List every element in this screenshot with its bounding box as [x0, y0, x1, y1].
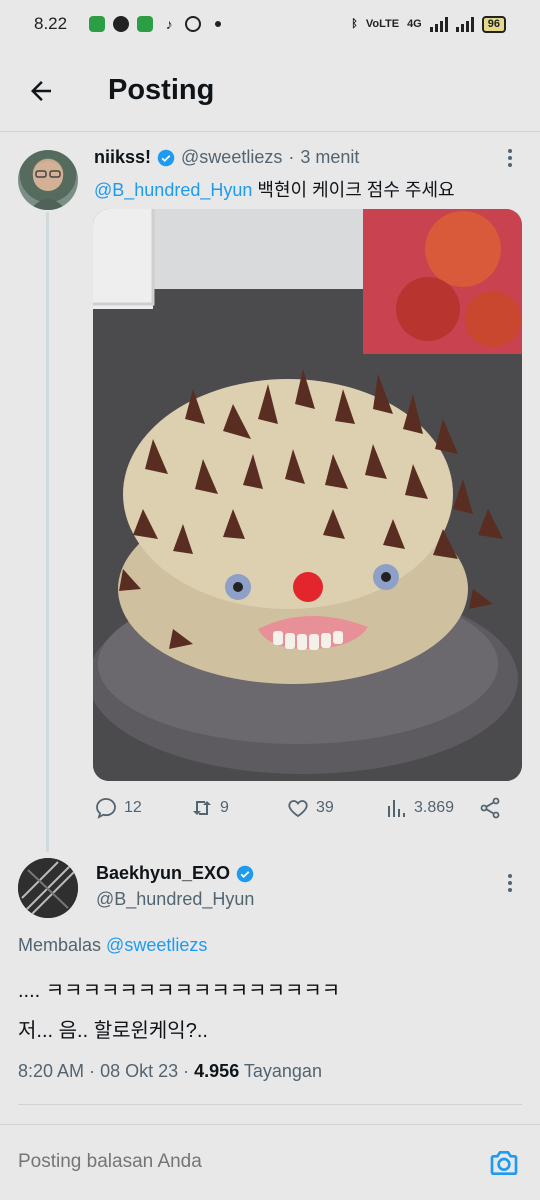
post-time[interactable]: 3 menit [300, 147, 359, 168]
back-arrow-icon[interactable] [26, 76, 56, 106]
separator-dot: · [288, 147, 295, 167]
reply-avatar-photo [18, 858, 78, 918]
heart-icon [288, 800, 308, 818]
reply-author-row: Baekhyun_EXO [96, 863, 254, 884]
network-label: 4G [407, 18, 422, 30]
signal-icon [429, 16, 448, 32]
views-button[interactable]: 3.869 [384, 796, 454, 820]
avatar[interactable] [18, 150, 78, 210]
meta-separator: · [183, 1061, 190, 1081]
author-handle[interactable]: @sweetliezs [181, 147, 282, 168]
status-right: ᛒ VoLTE 4G 96 [351, 15, 506, 33]
reply-text-line-1: .... ㅋㅋㅋㅋㅋㅋㅋㅋㅋㅋㅋㅋㅋㅋㅋㅋ [18, 980, 341, 1002]
bluetooth-icon: ᛒ [351, 18, 358, 30]
more-options-icon[interactable] [500, 148, 520, 168]
reply-avatar[interactable] [18, 858, 78, 918]
replying-prefix: Membalas [18, 935, 102, 955]
camera-icon[interactable] [488, 1147, 520, 1179]
share-icon [480, 797, 500, 819]
mention-link[interactable]: @B_hundred_Hyun [94, 180, 252, 200]
top-app-bar: Posting [0, 48, 540, 132]
reply-time: 8:20 AM [18, 1061, 85, 1081]
views-count: 3.869 [414, 799, 455, 816]
status-bar: 8.22 ♪ ᛒ VoLTE 4G 96 [0, 0, 540, 48]
reply-views-label[interactable]: Tayangan [244, 1061, 322, 1081]
tweet-body: 백현이 케이크 점수 주세요 [257, 180, 455, 200]
reply-count: 12 [124, 799, 142, 816]
app-notification-icon [89, 16, 106, 32]
reply-views-count: 4.956 [194, 1061, 240, 1081]
reply-meta: 8:20 AM · 08 Okt 23 · 4.956 Tayangan [18, 1061, 322, 1082]
tweet-media-image[interactable] [93, 209, 522, 781]
reply-icon [96, 798, 116, 819]
repost-count: 9 [220, 799, 229, 816]
reply-author-handle[interactable]: @B_hundred_Hyun [96, 889, 254, 910]
battery-icon: 96 [481, 15, 506, 33]
more-options-icon[interactable] [500, 873, 520, 893]
pinterest-icon [113, 16, 130, 32]
page-title: Posting [108, 74, 215, 106]
meta-separator: · [89, 1061, 96, 1081]
whatsapp-icon [185, 16, 202, 32]
reply-button[interactable]: 12 [94, 796, 142, 820]
more-notifications-dot [215, 21, 222, 27]
reply-input[interactable] [18, 1151, 458, 1173]
tiktok-icon: ♪ [165, 16, 173, 32]
verified-badge-icon [157, 149, 175, 166]
tweet-text: @B_hundred_Hyun 백현이 케이크 점수 주세요 [94, 176, 455, 202]
status-time: 8.22 [34, 14, 68, 33]
author-name[interactable]: niikss! [94, 147, 151, 168]
reply-date: 08 Okt 23 [100, 1061, 179, 1081]
reply-text-line-2: 저... 음.. 할로윈케익?.. [18, 1020, 208, 1042]
analytics-icon [388, 800, 405, 817]
like-count: 39 [316, 799, 334, 816]
tweet-actions: 12 9 39 3.869 [94, 796, 514, 826]
tweet-header: niikss! @sweetliezs · 3 menit [94, 147, 359, 168]
cake-photo [93, 209, 522, 781]
repost-icon [193, 801, 211, 815]
verified-badge-icon [236, 865, 254, 882]
share-button[interactable] [478, 796, 502, 820]
reply-composer [0, 1124, 540, 1200]
signal-icon-2 [455, 16, 474, 32]
like-button[interactable]: 39 [286, 796, 334, 820]
volte-label: VoLTE [365, 18, 400, 30]
messages-icon [137, 16, 154, 32]
divider [18, 1104, 522, 1105]
replying-to: Membalas @sweetliezs [18, 935, 207, 956]
thread-connector-line [46, 212, 49, 852]
avatar-photo [30, 161, 66, 210]
repost-button[interactable]: 9 [190, 796, 229, 820]
status-left: 8.22 ♪ [34, 14, 222, 34]
reply-author-name[interactable]: Baekhyun_EXO [96, 863, 230, 884]
replying-to-mention[interactable]: @sweetliezs [106, 935, 207, 955]
